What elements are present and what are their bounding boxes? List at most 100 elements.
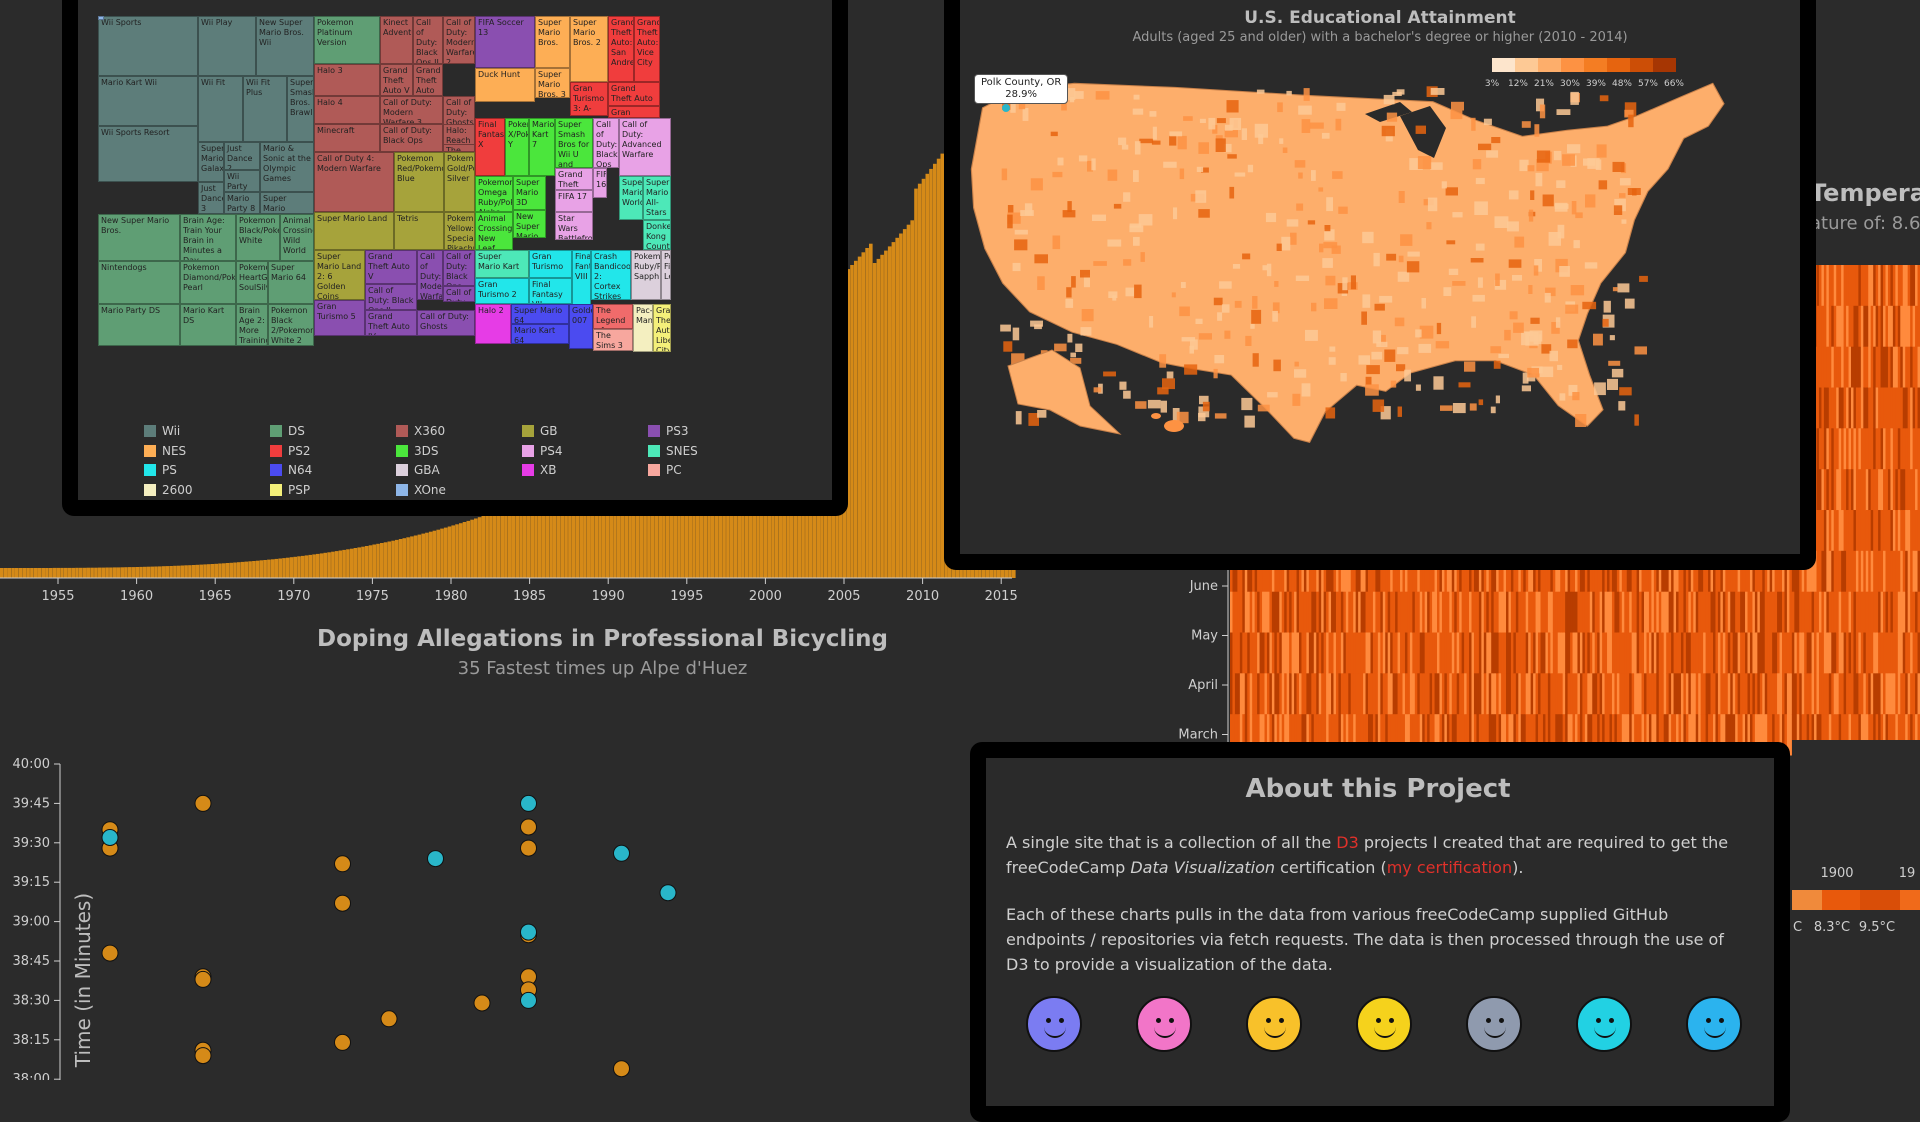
treemap-cell[interactable]: Call of Duty: Modern Warfare 2	[443, 286, 475, 302]
treemap-cell[interactable]: Pokemon Yellow: Special Pikachu Edition	[444, 212, 475, 250]
treemap-cell[interactable]: Grand Theft Auto: Liberty City Stories	[653, 304, 671, 352]
treemap-cell[interactable]: Wii Fit	[198, 76, 243, 142]
treemap-cell[interactable]: Super Mario Bros.	[535, 16, 570, 68]
treemap-cell[interactable]: Wii Fit Plus	[243, 76, 287, 142]
treemap-cell[interactable]: Gran Turismo 4	[608, 106, 660, 118]
treemap-cell[interactable]: Pokemon Omega Ruby/Pokemon Alpha Sapphir…	[475, 176, 513, 212]
treemap-cell[interactable]: Grand Theft Auto IV	[413, 64, 443, 96]
treemap-cell[interactable]: Call of Duty 4: Modern Warfare	[314, 152, 394, 212]
treemap-cell[interactable]: Super Mario Bros. 3	[535, 68, 570, 98]
treemap-cell[interactable]: Pokemon X/Pokemon Y	[505, 118, 529, 176]
treemap-cell[interactable]: Star Wars Battlefront	[555, 212, 593, 240]
smiley-icon-skyblue[interactable]	[1686, 996, 1742, 1052]
treemap-cell[interactable]: Call of Duty: Black Ops 3	[593, 118, 619, 168]
treemap-cell[interactable]: Pokemon Diamond/Pokemon Pearl	[180, 261, 236, 304]
my-certification-link[interactable]: my certification	[1387, 858, 1512, 877]
treemap-cell[interactable]: Gran Turismo 2	[475, 278, 529, 304]
treemap-cell[interactable]: Call of Duty: Black Ops 3	[98, 16, 104, 20]
treemap-cell[interactable]: Just Dance 2	[224, 142, 260, 170]
treemap-cell[interactable]: The Sims 3	[593, 329, 633, 351]
treemap-cell[interactable]: New Super Mario Bros. Wii	[256, 16, 314, 76]
treemap-cell[interactable]: Nintendogs	[98, 261, 180, 304]
treemap-cell[interactable]: Tetris	[394, 212, 444, 250]
treemap-cell[interactable]: Grand Theft Auto V	[555, 168, 593, 190]
treemap-cell[interactable]: Wii Sports	[98, 16, 198, 76]
treemap-cell[interactable]: Super Mario 64	[511, 304, 569, 324]
treemap-cell[interactable]: The Elder Scrolls V: Skyrim	[443, 144, 475, 152]
treemap-cell[interactable]: Duck Hunt	[475, 68, 535, 102]
treemap-cell[interactable]: Grand Theft Auto V	[365, 250, 417, 284]
treemap-cell[interactable]: Pokemon HeartGold/Pokemon SoulSilver	[236, 261, 268, 304]
treemap-cell[interactable]: Super Mario Land	[314, 212, 394, 250]
treemap-cell[interactable]: Wii Sports Resort	[98, 126, 198, 182]
treemap-cell[interactable]: Pokemon Platinum Version	[314, 16, 380, 64]
treemap-cell[interactable]: Call of Duty: Black Ops	[380, 124, 443, 152]
treemap-cell[interactable]: Grand Theft Auto: San Andreas	[608, 16, 634, 82]
treemap-cell[interactable]: Pokemon Black 2/Pokemon White 2	[268, 304, 314, 346]
treemap-cell[interactable]: Grand Theft Auto IV	[365, 310, 417, 336]
treemap-cell[interactable]: Grand Theft Auto V	[380, 64, 413, 96]
treemap-cell[interactable]: Pokemon Ruby/Pokemon Sapphire	[631, 250, 661, 300]
treemap-cell[interactable]: Pokemon Red/Pokemon Blue	[394, 152, 444, 212]
treemap-cell[interactable]: FIFA Soccer 13	[475, 16, 535, 68]
treemap-cell[interactable]: Super Mario Galaxy	[198, 142, 224, 182]
smiley-icon-blue[interactable]	[1026, 996, 1082, 1052]
treemap-cell[interactable]: Pokemon Black/Pokemon White	[236, 214, 280, 261]
treemap-cell[interactable]: Super Mario Bros. 2	[570, 16, 608, 82]
treemap-cell[interactable]: The Legend of Zelda: Ocarina of Time	[593, 304, 633, 329]
treemap-cell[interactable]: Super Smash Bros. Brawl	[287, 76, 314, 142]
smiley-icon-orange[interactable]	[1246, 996, 1302, 1052]
treemap-cell[interactable]: Brain Age: Train Your Brain in Minutes a…	[180, 214, 236, 261]
treemap-cell[interactable]: Final Fantasy VIII	[572, 250, 591, 306]
treemap-cell[interactable]: FIFA 16	[593, 168, 607, 198]
treemap-cell[interactable]: Kinect Adventures!	[380, 16, 413, 64]
treemap-cell[interactable]: Mario Kart DS	[180, 304, 236, 346]
treemap-cell[interactable]: FIFA 17	[555, 190, 593, 212]
treemap-cell[interactable]: Brain Age 2: More Training in Minutes a …	[236, 304, 268, 346]
treemap-cell[interactable]: Super Mario All-Stars	[643, 176, 671, 220]
smiley-icon-gray[interactable]	[1466, 996, 1522, 1052]
treemap-cell[interactable]: Super Mario Kart	[475, 250, 529, 278]
smiley-icon-yellow[interactable]	[1356, 996, 1412, 1052]
treemap-cell[interactable]: Final Fantasy X	[475, 118, 505, 176]
treemap-cell[interactable]: Super Mario 3D Land	[513, 176, 546, 210]
treemap-cell[interactable]: Gran Turismo 5	[314, 300, 365, 336]
treemap-cell[interactable]: Minecraft	[314, 124, 380, 152]
treemap-cell[interactable]: Just Dance 3	[198, 182, 224, 214]
treemap-cell[interactable]: Mario Kart 64	[511, 324, 569, 344]
treemap-cell[interactable]: Halo 2	[475, 304, 511, 344]
treemap-cell[interactable]: Call of Duty: Modern Warfare 3	[380, 96, 443, 124]
treemap-cell[interactable]: Call of Duty: Black Ops	[443, 250, 475, 286]
treemap-cell[interactable]: Call of Duty: Black Ops II	[413, 16, 443, 64]
treemap-cell[interactable]: Animal Crossing: Wild World	[280, 214, 314, 261]
smiley-icon-pink[interactable]	[1136, 996, 1192, 1052]
treemap-cell[interactable]: Gran Turismo	[529, 250, 572, 278]
treemap-cell[interactable]: Call of Duty: Modern Warfare 2	[443, 16, 475, 64]
treemap-cell[interactable]: Super Mario Galaxy 2	[260, 192, 314, 214]
treemap-cell[interactable]: Call of Duty: Modern Warfare 3	[417, 250, 443, 300]
treemap-cell[interactable]: Pokemon Gold/Pokemon Silver	[444, 152, 475, 212]
treemap-cell[interactable]: Mario Kart 7	[529, 118, 555, 176]
treemap-cell[interactable]: Pac-Man	[633, 304, 653, 352]
treemap-cell[interactable]: Super Smash Bros for Wii U and 3DS	[555, 118, 593, 168]
treemap-cell[interactable]: GoldenEye 007	[569, 304, 593, 349]
treemap-cell[interactable]: Crash Bandicoot 2: Cortex Strikes Back	[591, 250, 631, 300]
treemap-cell[interactable]: New Super Mario Bros. 2	[513, 210, 546, 238]
treemap-cell[interactable]: Halo 3	[314, 64, 380, 96]
treemap-cell[interactable]: Super Mario Land 2: 6 Golden Coins	[314, 250, 365, 300]
treemap-cell[interactable]: Donkey Kong Country	[643, 220, 671, 250]
treemap-cell[interactable]: Mario Party 8	[224, 192, 260, 214]
treemap-cell[interactable]: Wii Party	[224, 170, 260, 192]
treemap-cell[interactable]: Mario Party DS	[98, 304, 180, 346]
d3-link[interactable]: D3	[1336, 833, 1359, 852]
treemap-cell[interactable]: Super Mario World	[619, 176, 643, 220]
treemap-cell[interactable]: Wii Play	[198, 16, 256, 76]
treemap-cell[interactable]: Halo 4	[314, 96, 380, 124]
treemap-cell[interactable]: Final Fantasy VII	[529, 278, 572, 304]
treemap-cell[interactable]: Grand Theft Auto: Vice City	[634, 16, 660, 82]
treemap-cell[interactable]: Call of Duty: Black Ops II	[365, 284, 417, 310]
smiley-icon-cyan[interactable]	[1576, 996, 1632, 1052]
treemap-cell[interactable]: Call of Duty: Advanced Warfare	[619, 118, 671, 176]
treemap-cell[interactable]: Animal Crossing: New Leaf	[475, 212, 513, 250]
treemap-cell[interactable]: Grand Theft Auto III	[608, 82, 660, 106]
